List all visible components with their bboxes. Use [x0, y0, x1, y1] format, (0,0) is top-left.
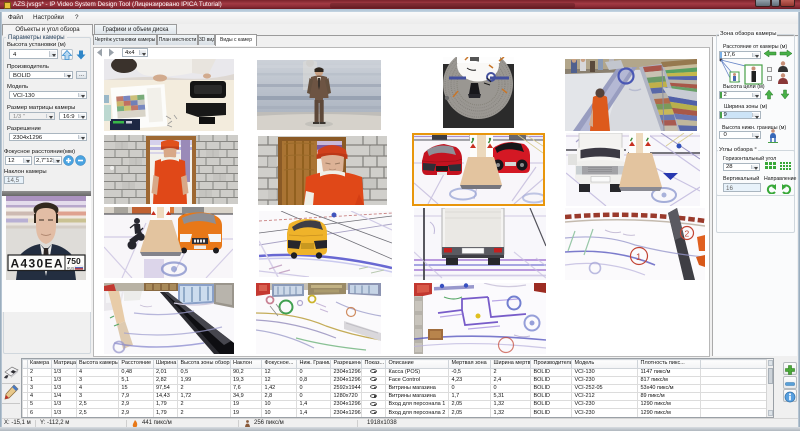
- svg-text:2: 2: [685, 229, 690, 239]
- svg-text:750: 750: [67, 256, 81, 266]
- svg-text:А430ЕА: А430ЕА: [11, 257, 63, 271]
- svg-text:1: 1: [636, 252, 641, 263]
- svg-text:RUS: RUS: [67, 267, 75, 271]
